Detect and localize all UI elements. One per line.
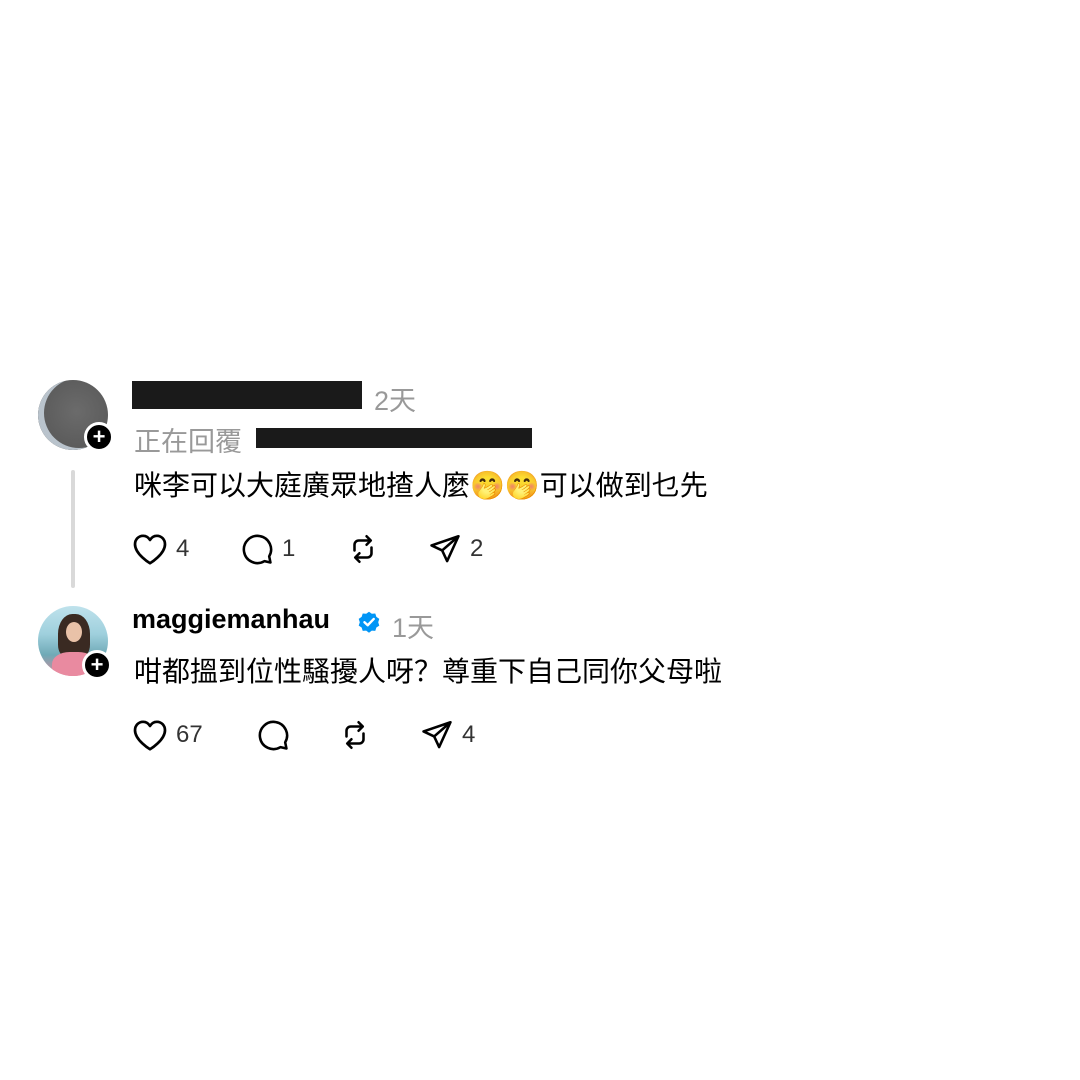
- repost-icon: [345, 720, 365, 750]
- comment-text: 咁都搵到位性騷擾人呀？尊重下自己同你父母啦: [134, 656, 723, 687]
- username[interactable]: maggiemanhau: [132, 604, 330, 635]
- reply-count: 1: [282, 535, 296, 562]
- share-icon: [430, 534, 460, 563]
- thread-connector: [71, 470, 75, 588]
- share-button[interactable]: 4: [420, 718, 475, 752]
- like-button[interactable]: 4: [132, 532, 189, 566]
- repost-icon: [353, 534, 373, 564]
- redacted-reply-target: [256, 428, 532, 448]
- repost-button[interactable]: [346, 532, 388, 566]
- comment-icon: [242, 534, 273, 565]
- comment-text: 咪李可以大庭廣眾地揸人麼🤭🤭可以做到乜先: [134, 470, 708, 501]
- share-button[interactable]: 2: [428, 532, 483, 566]
- comment-icon: [258, 720, 289, 751]
- like-count: 4: [176, 535, 190, 562]
- follow-plus-icon[interactable]: +: [82, 650, 112, 680]
- share-count: 2: [470, 535, 484, 562]
- share-icon: [422, 720, 452, 749]
- repost-button[interactable]: [338, 718, 380, 752]
- reply-button[interactable]: [256, 718, 298, 752]
- redacted-username: [132, 381, 362, 409]
- heart-icon: [133, 720, 167, 751]
- follow-plus-icon[interactable]: +: [84, 422, 114, 452]
- reply-button[interactable]: 1: [240, 532, 295, 566]
- heart-icon: [133, 534, 167, 565]
- comment-time: 2天: [374, 386, 417, 416]
- reply-prefix: 正在回覆: [134, 427, 242, 457]
- like-count: 67: [176, 721, 203, 748]
- threads-comment-view: + 2天 正在回覆 咪李可以大庭廣眾地揸人麼🤭🤭可以做到乜先 4 1 2 + m…: [0, 0, 1080, 1080]
- verified-icon: [358, 611, 380, 633]
- like-button[interactable]: 67: [132, 718, 203, 752]
- share-count: 4: [462, 721, 476, 748]
- comment-time: 1天: [392, 613, 435, 643]
